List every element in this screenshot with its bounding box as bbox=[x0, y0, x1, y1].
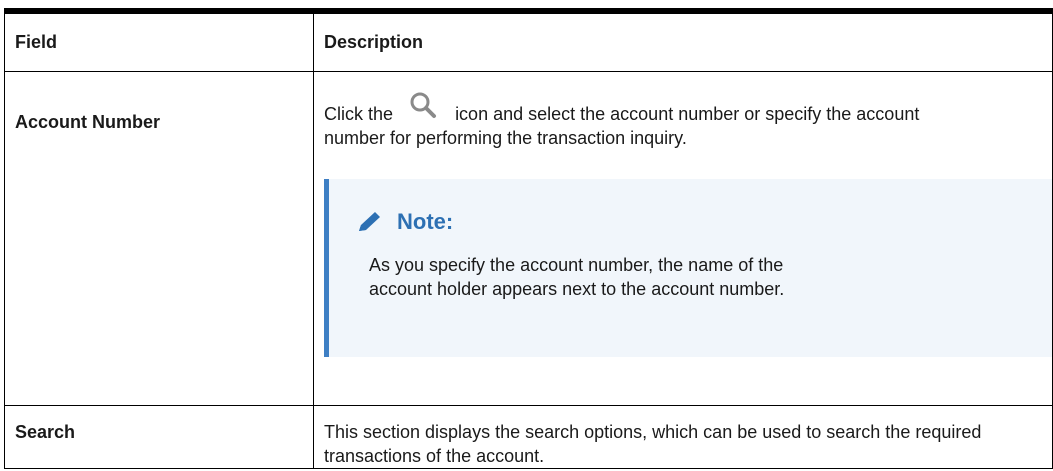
table-row: Search This section displays the search … bbox=[4, 404, 1053, 469]
field-name: Account Number bbox=[4, 70, 314, 406]
header-field: Field bbox=[4, 8, 314, 72]
note-title-text: Note: bbox=[397, 208, 454, 234]
field-description-table: Field Description Account Number Click t… bbox=[4, 8, 1053, 469]
field-description: This section displays the search options… bbox=[313, 404, 1053, 469]
description-before-icon: Click the bbox=[324, 103, 394, 124]
table-row: Account Number Click the icon and select… bbox=[4, 70, 1053, 406]
description-text: Click the icon and select the account nu… bbox=[324, 92, 924, 150]
field-name: Search bbox=[4, 404, 314, 469]
pencil-icon bbox=[359, 211, 380, 231]
field-description: Click the icon and select the account nu… bbox=[313, 70, 1053, 406]
note-title: Note: bbox=[355, 209, 1052, 235]
header-description: Description bbox=[313, 8, 1053, 72]
note-box: Note: As you specify the account number,… bbox=[324, 178, 1052, 357]
search-icon bbox=[404, 92, 444, 126]
note-text: As you specify the account number, the n… bbox=[369, 254, 785, 299]
table-header-row: Field Description bbox=[4, 8, 1053, 72]
